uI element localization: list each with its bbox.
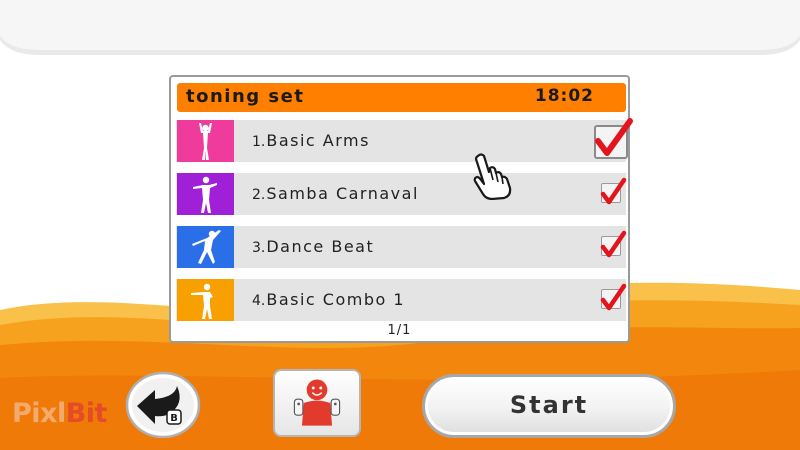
exercise-label: 2.Samba Carnaval: [252, 184, 419, 203]
list-item-samba-carnaval[interactable]: 2.Samba Carnaval: [176, 173, 627, 215]
checkmark-icon: [595, 118, 633, 156]
figure-arms-up-icon: [177, 120, 234, 162]
exercise-list-panel: toning set 18:02 1.Basic Arms 2.Samba Ca…: [169, 75, 633, 343]
list-item-basic-arms[interactable]: 1.Basic Arms: [176, 118, 633, 162]
start-button-label: Start: [509, 391, 589, 419]
clock-time: 18:02: [534, 86, 594, 106]
start-button[interactable]: Start: [422, 374, 676, 438]
figure-dance-icon: [177, 226, 234, 268]
figure-combo-icon: [177, 279, 234, 321]
trainer-options-button[interactable]: [273, 369, 361, 437]
checkbox-samba-carnaval[interactable]: [600, 177, 627, 205]
hand-pointer-icon: [473, 153, 512, 200]
checkmark-icon: [600, 177, 627, 205]
figure-samba-icon: [177, 173, 234, 215]
checkbox-basic-arms[interactable]: [594, 118, 633, 159]
page-indicator: 1/1: [387, 323, 412, 338]
checkbox-basic-combo-1[interactable]: [600, 283, 627, 311]
checkmark-icon: [600, 230, 627, 258]
exercise-label: 1.Basic Arms: [252, 131, 370, 150]
watermark-logo: PixlBit: [12, 398, 107, 429]
panel-title: toning set: [186, 86, 305, 107]
trainer-mii-icon: [293, 379, 341, 426]
list-item-dance-beat[interactable]: 3.Dance Beat: [176, 226, 627, 268]
checkmark-icon: [600, 283, 627, 311]
back-button[interactable]: B: [123, 370, 201, 438]
exercise-label: 3.Dance Beat: [252, 237, 375, 256]
panel-header: toning set 18:02: [177, 83, 626, 112]
exercise-label: 4.Basic Combo 1: [252, 290, 406, 309]
list-item-basic-combo-1[interactable]: 4.Basic Combo 1: [176, 279, 627, 321]
b-button-badge: B: [170, 413, 178, 424]
checkbox-dance-beat[interactable]: [600, 230, 627, 258]
